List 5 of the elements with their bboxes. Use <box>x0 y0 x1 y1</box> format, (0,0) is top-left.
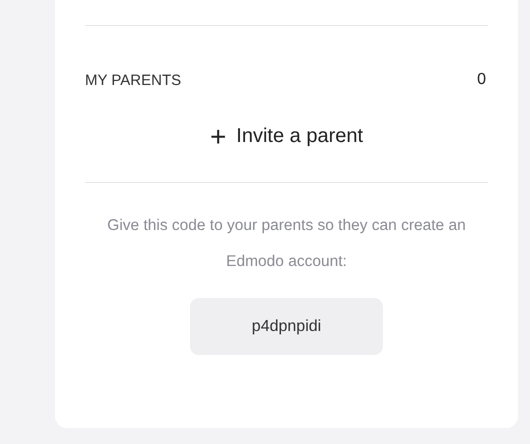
parent-code: p4dpnpidi <box>190 298 383 355</box>
parent-count: 0 <box>477 71 486 89</box>
code-hint: Give this code to your parents so they can create an Edmodo account: <box>106 216 467 272</box>
section-heading: MY PARENTS <box>85 72 182 88</box>
invite-parent-button[interactable]: + Invite a parent <box>202 121 372 152</box>
